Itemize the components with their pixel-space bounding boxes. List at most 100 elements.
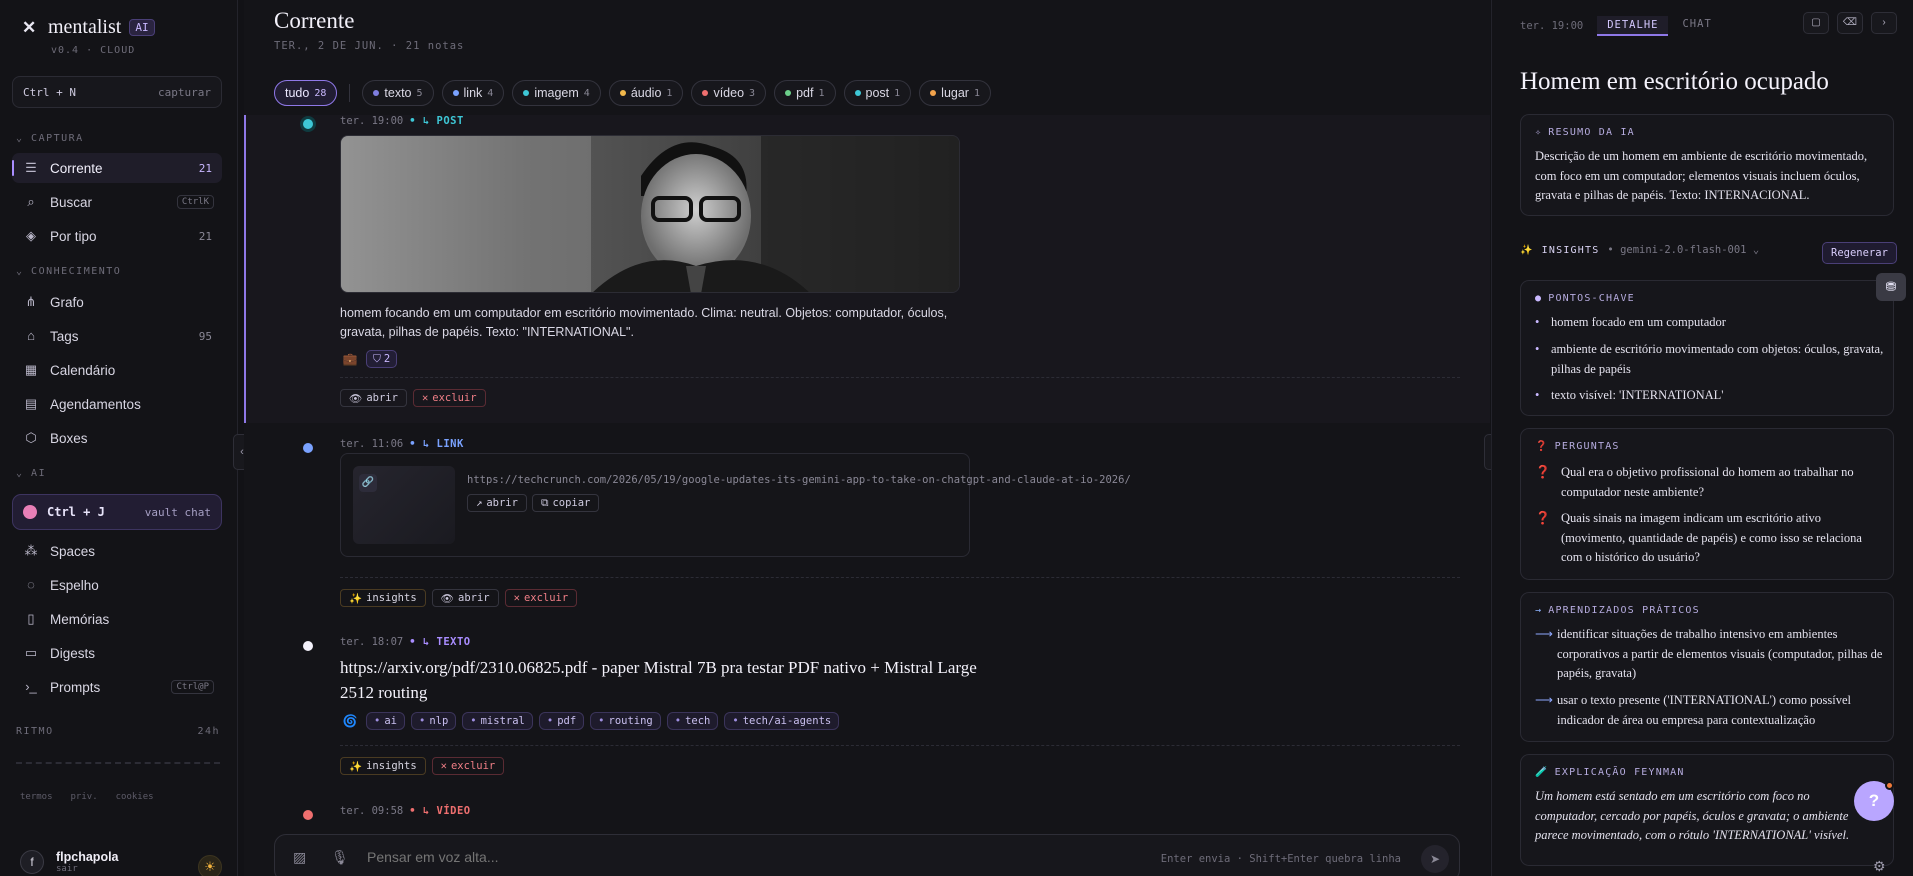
section-captura-label: CAPTURA	[31, 133, 84, 144]
tag-chip[interactable]: mistral	[462, 712, 533, 730]
terms-link[interactable]: termos	[20, 792, 53, 802]
sidebar-item-boxes[interactable]: ⬡ Boxes	[12, 423, 222, 453]
microphone-icon[interactable]: 🎙	[331, 849, 349, 866]
timeline-dot	[303, 641, 313, 651]
brand[interactable]: ✕ mentalist AI	[22, 16, 155, 39]
badge-count: 2	[383, 353, 391, 365]
key-point: • ambiente de escritório movimentado com …	[1535, 340, 1885, 379]
shield-count-badge[interactable]: ⛉ 2	[366, 350, 398, 368]
timeline-dot	[303, 119, 313, 129]
sidebar-item-label: Agendamentos	[50, 396, 141, 412]
sidebar-item-tags[interactable]: ⌂ Tags 95	[12, 321, 222, 351]
filter-bar: tudo 28 texto 5 link 4 imagem 4 áudio 1 víde…	[274, 80, 991, 106]
section-ai[interactable]: ⌄ AI	[16, 468, 46, 479]
open-link-button[interactable]: ↗ abrir	[467, 494, 527, 512]
insights-button[interactable]: ✨ insights	[340, 757, 426, 775]
tag-chip[interactable]: routing	[590, 712, 661, 730]
link-preview-card[interactable]: 🔗 https://techcrunch.com/2026/05/19/goog…	[340, 453, 1131, 557]
send-icon[interactable]: ➤	[1421, 845, 1449, 873]
filter-chip-audio[interactable]: áudio 1	[608, 80, 684, 106]
sidebar-item-prompts[interactable]: ›_ Prompts Ctrl@P	[12, 672, 222, 702]
sidebar-item-label: Buscar	[50, 194, 93, 210]
entry-description: homem focando em um computador em escrit…	[340, 306, 948, 339]
filter-chip-lugar[interactable]: lugar 1	[919, 80, 991, 106]
feynman-card: 🧪 EXPLICAÇÃO FEYNMAN Um homem está sentad…	[1520, 754, 1894, 866]
settings-gear-icon[interactable]: ⚙	[1873, 858, 1886, 875]
tag-chip[interactable]: nlp	[410, 712, 457, 730]
box-icon: ⬡	[25, 430, 37, 445]
filter-chip-tudo[interactable]: tudo 28	[274, 80, 338, 106]
insights-label: insights	[366, 592, 417, 604]
sidebar-item-grafo[interactable]: ⋔ Grafo	[12, 287, 222, 317]
filter-chip-imagem[interactable]: imagem 4	[512, 80, 601, 106]
open-label: abrir	[366, 392, 398, 404]
insights-button[interactable]: ✨ insights	[340, 589, 426, 607]
delete-button[interactable]: ✕ excluir	[504, 589, 578, 607]
copy-link-button[interactable]: ⧉ copiar	[531, 494, 600, 512]
filter-label: tudo	[285, 86, 310, 100]
sidebar-item-label: Boxes	[50, 430, 88, 446]
sidebar-item-digests[interactable]: ▭ Digests	[12, 638, 222, 668]
entry-actions: ✨ insights ✕ excluir	[340, 757, 505, 775]
tab-chat[interactable]: CHAT	[1682, 18, 1711, 34]
tag-chip[interactable]: ai	[366, 712, 405, 730]
sidebar-item-memorias[interactable]: ▯ Memórias	[12, 604, 222, 634]
section-conhecimento[interactable]: ⌄ CONHECIMENTO	[16, 266, 121, 277]
delete-button[interactable]: ✕ excluir	[431, 757, 505, 775]
delete-label: excluir	[450, 760, 496, 772]
cookies-link[interactable]: cookies	[116, 792, 154, 802]
tab-detalhe[interactable]: DETALHE	[1597, 16, 1669, 36]
capture-button[interactable]: Ctrl + N capturar	[12, 76, 222, 108]
filter-chip-post[interactable]: post 1	[843, 80, 912, 106]
sidebar-item-espelho[interactable]: ◌ Espelho	[12, 570, 222, 600]
sidebar-item-spaces[interactable]: ⁂ Spaces	[12, 536, 222, 566]
floating-tool-icon[interactable]: ⛃	[1876, 273, 1906, 301]
entry-time: ter. 11:06	[340, 438, 404, 450]
ritmo-sparkline	[16, 762, 220, 764]
open-link-label: abrir	[486, 497, 518, 509]
theme-toggle-sun-icon[interactable]: ☀	[198, 855, 222, 876]
question-item: ❓ Quais sinais na imagem indicam um escri…	[1535, 509, 1885, 568]
erase-icon[interactable]: ⌫	[1837, 12, 1863, 34]
help-button[interactable]: ?	[1854, 781, 1894, 821]
x-icon: ✕	[513, 592, 520, 604]
delete-button[interactable]: ✕ excluir	[412, 389, 486, 407]
key-point-text: ambiente de escritório movimentado com o…	[1551, 342, 1884, 376]
filter-chip-pdf[interactable]: pdf 1	[774, 80, 836, 106]
section-captura[interactable]: ⌄ CAPTURA	[16, 133, 84, 144]
sidebar-item-buscar[interactable]: ⌕ Buscar CtrlK	[12, 187, 222, 217]
tag-chip[interactable]: pdf	[538, 712, 585, 730]
entry-kind-label: TEXTO	[436, 636, 471, 648]
filter-chip-texto[interactable]: texto 5	[362, 80, 434, 106]
timeline-feed: ter. 19:00 • ↳ POST homem focando em um …	[244, 115, 1490, 833]
filter-chip-video[interactable]: vídeo 3	[691, 80, 767, 106]
image-upload-icon[interactable]: ▨	[293, 849, 306, 866]
regenerate-button[interactable]: Regenerar	[1822, 242, 1897, 264]
open-button[interactable]: 👁 abrir	[431, 589, 499, 607]
entry-actions: ✨ insights 👁 abrir ✕ excluir	[340, 589, 578, 607]
filter-count: 3	[749, 87, 756, 99]
privacy-link[interactable]: priv.	[71, 792, 98, 802]
schedule-icon: ▤	[24, 396, 38, 411]
tag-chip[interactable]: tech/ai-agents	[724, 712, 840, 730]
sidebar-item-corrente[interactable]: ☰ Corrente 21	[12, 153, 222, 183]
sidebar-item-label: Spaces	[50, 543, 96, 559]
chevron-right-icon[interactable]: ›	[1871, 12, 1897, 34]
logout-link[interactable]: sair	[56, 864, 119, 874]
model-indicator[interactable]: • gemini-2.0-flash-001 ⌄	[1607, 244, 1759, 256]
entry-title[interactable]: https://arxiv.org/pdf/2310.06825.pdf - p…	[340, 655, 980, 705]
open-button[interactable]: 👁 abrir	[340, 389, 407, 407]
sidebar-item-agendamentos[interactable]: ▤ Agendamentos	[12, 389, 222, 419]
filter-chip-link[interactable]: link 4	[441, 80, 505, 106]
tag-chip[interactable]: tech	[666, 712, 719, 730]
sidebar-item-calendario[interactable]: ▦ Calendário	[12, 355, 222, 385]
filter-dot	[702, 90, 709, 96]
post-image[interactable]	[340, 135, 960, 293]
thought-input[interactable]	[367, 849, 1127, 865]
window-icon[interactable]: ▢	[1803, 12, 1829, 34]
vault-chat-button[interactable]: Ctrl + J vault chat	[12, 494, 222, 530]
link-url[interactable]: https://techcrunch.com/2026/05/19/google…	[467, 474, 1131, 486]
user-block[interactable]: f flpchapola sair	[20, 850, 119, 874]
filter-label: texto	[384, 86, 412, 100]
sidebar-item-por-tipo[interactable]: ◈ Por tipo 21	[12, 221, 222, 251]
